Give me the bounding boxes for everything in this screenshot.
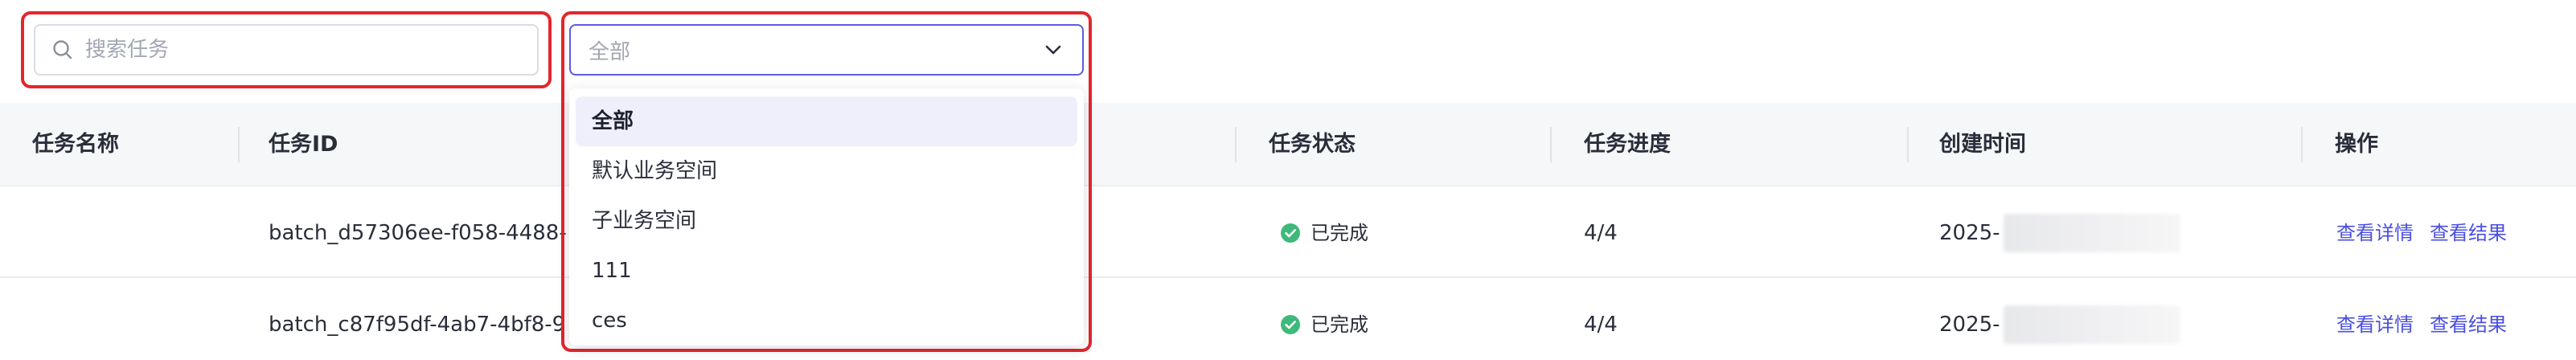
dropdown-option-sub-workspace[interactable]: 子业务空间 <box>576 196 1077 246</box>
redacted-timestamp <box>2004 305 2180 344</box>
column-divider <box>1907 127 1909 162</box>
dropdown-option-111[interactable]: 111 <box>576 246 1077 296</box>
check-circle-icon <box>1281 223 1300 243</box>
status-badge: 已完成 <box>1280 188 1368 278</box>
search-highlight-box <box>21 11 552 88</box>
workspace-dropdown-menu: 全部 默认业务空间 子业务空间 111 ces <box>569 88 1084 346</box>
column-header-actions: 操作 <box>2335 132 2378 157</box>
view-results-link[interactable]: 查看结果 <box>2430 280 2507 360</box>
dropdown-option-all[interactable]: 全部 <box>576 96 1077 146</box>
status-badge: 已完成 <box>1280 280 1368 360</box>
task-id-cell: batch_d57306ee-f058-4488- <box>269 221 567 245</box>
task-list-page: 任务名称 任务ID 任务状态 任务进度 创建时间 操作 batch_d57306… <box>0 0 2576 360</box>
filter-highlight-box: 全部 全部 默认业务空间 子业务空间 111 ces <box>561 11 1092 352</box>
column-divider <box>238 127 240 162</box>
progress-cell: 4/4 <box>1584 313 1618 337</box>
column-header-created-time: 创建时间 <box>1939 132 2026 157</box>
dropdown-option-ces[interactable]: ces <box>576 296 1077 346</box>
table-header: 任务名称 任务ID 任务状态 任务进度 创建时间 操作 <box>0 103 2576 186</box>
column-divider <box>1235 127 1237 162</box>
status-text: 已完成 <box>1311 222 1368 244</box>
task-id-cell: batch_c87f95df-4ab7-4bf8-9 <box>269 313 566 337</box>
view-details-link[interactable]: 查看详情 <box>2336 280 2414 360</box>
column-divider <box>2301 127 2303 162</box>
search-box[interactable] <box>34 24 539 76</box>
table-row: batch_c87f95df-4ab7-4bf8-9 已完成 4/4 2025-… <box>0 280 2576 360</box>
check-circle-icon <box>1281 315 1300 334</box>
search-icon <box>53 40 72 59</box>
column-divider <box>1550 127 1552 162</box>
column-header-task-status: 任务状态 <box>1269 132 1356 157</box>
created-time-cell: 2025- <box>1939 221 2000 245</box>
chevron-down-icon <box>1045 45 1061 55</box>
table-row: batch_d57306ee-f058-4488- 已完成 4/4 2025- … <box>0 188 2576 278</box>
search-input[interactable] <box>85 38 537 62</box>
view-results-link[interactable]: 查看结果 <box>2430 188 2507 278</box>
column-header-task-progress: 任务进度 <box>1584 132 1671 157</box>
select-value: 全部 <box>589 39 631 64</box>
column-header-task-id: 任务ID <box>269 132 338 157</box>
status-text: 已完成 <box>1311 313 1368 336</box>
column-header-task-name: 任务名称 <box>32 132 119 157</box>
view-details-link[interactable]: 查看详情 <box>2336 188 2414 278</box>
progress-cell: 4/4 <box>1584 221 1618 245</box>
redacted-timestamp <box>2004 214 2180 252</box>
created-time-cell: 2025- <box>1939 313 2000 337</box>
workspace-filter-select[interactable]: 全部 <box>569 24 1084 76</box>
dropdown-option-default-workspace[interactable]: 默认业务空间 <box>576 146 1077 196</box>
